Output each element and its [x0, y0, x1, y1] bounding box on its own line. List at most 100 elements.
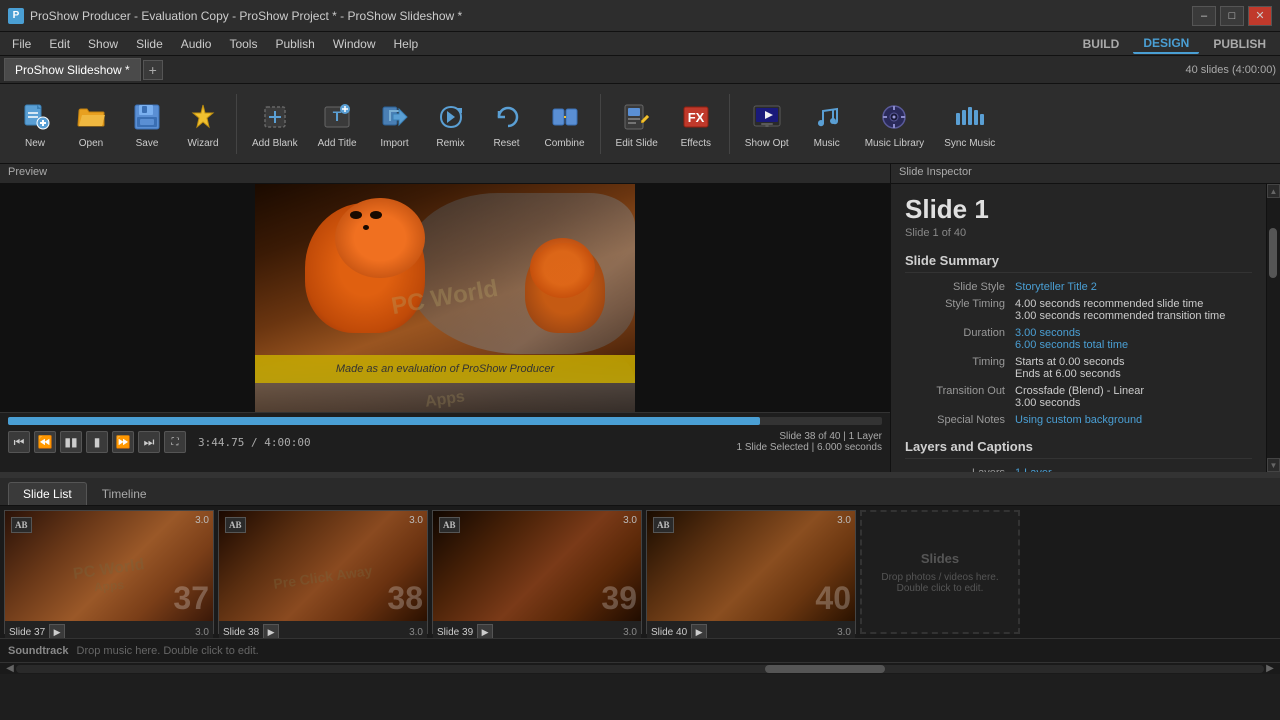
- reset-button[interactable]: Reset: [480, 94, 534, 154]
- empty-slides-dropzone[interactable]: Slides Drop photos / videos here. Double…: [860, 510, 1020, 634]
- tab-add-button[interactable]: +: [143, 60, 163, 80]
- menu-help[interactable]: Help: [386, 35, 427, 53]
- wizard-button[interactable]: Wizard: [176, 94, 230, 154]
- reset-icon: [489, 99, 525, 135]
- inspector-scroll-up[interactable]: ▲: [1267, 184, 1280, 198]
- slide-list-area: AB 3.0 37 Slide 37 ▶ 3.0 PC World Apps A…: [0, 506, 1280, 638]
- app-icon: P: [8, 8, 24, 24]
- slide-40-play-button[interactable]: ▶: [691, 624, 707, 638]
- slide-38-image: AB 3.0 38: [219, 511, 427, 621]
- open-label: Open: [79, 138, 103, 149]
- rewind-button[interactable]: ⏪: [34, 431, 56, 453]
- add-title-button[interactable]: T Add Title: [309, 94, 366, 154]
- effects-button[interactable]: FX Effects: [669, 94, 723, 154]
- minimize-button[interactable]: –: [1192, 6, 1216, 26]
- slide-38-thumb[interactable]: AB 3.0 38 Slide 38 ▶ 3.0 Pre Click Away: [218, 510, 428, 634]
- slide-39-number-big: 39: [601, 580, 637, 617]
- pause-button[interactable]: ▮▮: [60, 431, 82, 453]
- scroll-thumb[interactable]: [765, 665, 885, 673]
- bottom-scrollbar: ◀ ▶: [0, 662, 1280, 674]
- preview-area: PC World Apps Made as an evaluation of P…: [0, 184, 890, 412]
- sync-music-button[interactable]: Sync Music: [935, 94, 1004, 154]
- menu-bar: File Edit Show Slide Audio Tools Publish…: [0, 32, 1280, 56]
- show-opt-label: Show Opt: [745, 138, 789, 149]
- menu-edit[interactable]: Edit: [41, 35, 78, 53]
- effects-icon: FX: [678, 99, 714, 135]
- menu-tools[interactable]: Tools: [221, 35, 265, 53]
- edit-slide-button[interactable]: Edit Slide: [607, 94, 667, 154]
- new-button[interactable]: New: [8, 94, 62, 154]
- fullscreen-button[interactable]: ⛶: [164, 431, 186, 453]
- stop-button[interactable]: ▮: [86, 431, 108, 453]
- bottom-section: Slide List Timeline AB 3.0 37 Slide 37 ▶…: [0, 476, 1280, 674]
- slide-39-thumb[interactable]: AB 3.0 39 Slide 39 ▶ 3.0: [432, 510, 642, 634]
- slide-38-play-button[interactable]: ▶: [263, 624, 279, 638]
- slide-subtitle: Slide 1 of 40: [905, 227, 1252, 239]
- menu-file[interactable]: File: [4, 35, 39, 53]
- sync-music-icon: [952, 99, 988, 135]
- skip-start-button[interactable]: ⏮: [8, 431, 30, 453]
- menu-slide[interactable]: Slide: [128, 35, 171, 53]
- progress-bar[interactable]: [8, 417, 882, 425]
- timeline-tab[interactable]: Timeline: [87, 482, 162, 505]
- music-library-button[interactable]: Music Library: [856, 94, 933, 154]
- tab-bar: ProShow Slideshow * + 40 slides (4:00:00…: [0, 56, 1280, 84]
- slide-40-label: Slide 40: [651, 627, 687, 638]
- slide-38-play-row: Slide 38 ▶ 3.0: [219, 621, 427, 638]
- save-button[interactable]: Save: [120, 94, 174, 154]
- menu-publish[interactable]: Publish: [267, 35, 322, 53]
- combine-button[interactable]: Combine: [536, 94, 594, 154]
- slide-37-play-button[interactable]: ▶: [49, 624, 65, 638]
- inspector-scroll-track: [1267, 198, 1280, 458]
- title-bar: P ProShow Producer - Evaluation Copy - P…: [0, 0, 1280, 32]
- scroll-right-button[interactable]: ▶: [1264, 663, 1276, 675]
- remix-button[interactable]: Remix: [424, 94, 478, 154]
- soundtrack-bar: Soundtrack Drop music here. Double click…: [0, 638, 1280, 662]
- prop-layers: Layers 1 Layer All layers have effects: [905, 467, 1252, 472]
- tab-proshow-slideshow[interactable]: ProShow Slideshow *: [4, 58, 141, 81]
- add-blank-label: Add Blank: [252, 138, 298, 149]
- publish-mode-button[interactable]: PUBLISH: [1203, 35, 1276, 53]
- menu-audio[interactable]: Audio: [173, 35, 220, 53]
- scroll-left-button[interactable]: ◀: [4, 663, 16, 675]
- slide-40-thumb[interactable]: AB 3.0 40 Slide 40 ▶ 3.0: [646, 510, 856, 634]
- add-title-icon: T: [319, 99, 355, 135]
- prop-timing: Timing Starts at 0.00 seconds Ends at 6.…: [905, 356, 1252, 380]
- forward-button[interactable]: ⏩: [112, 431, 134, 453]
- menu-show[interactable]: Show: [80, 35, 126, 53]
- empty-slides-label: Slides: [921, 551, 959, 566]
- open-button[interactable]: Open: [64, 94, 118, 154]
- empty-slides-hint: Drop photos / videos here. Double click …: [870, 572, 1010, 594]
- slide-39-play-button[interactable]: ▶: [477, 624, 493, 638]
- menu-items: File Edit Show Slide Audio Tools Publish…: [4, 35, 426, 53]
- playback-controls: ⏮ ⏪ ▮▮ ▮ ⏩ ⏭ ⛶ 3:44.75 / 4:00:00 Slide 3…: [0, 412, 890, 472]
- skip-end-button[interactable]: ⏭: [138, 431, 160, 453]
- new-label: New: [25, 138, 45, 149]
- build-mode-button[interactable]: BUILD: [1073, 35, 1130, 53]
- slide-37-image: AB 3.0 37: [5, 511, 213, 621]
- import-button[interactable]: Import: [368, 94, 422, 154]
- toolbar: New Open Save Wizard Add Blank T Add Tit…: [0, 84, 1280, 164]
- menu-window[interactable]: Window: [325, 35, 384, 53]
- close-button[interactable]: ✕: [1248, 6, 1272, 26]
- inspector-scroll-down[interactable]: ▼: [1267, 458, 1280, 472]
- slide-list-tab[interactable]: Slide List: [8, 482, 87, 505]
- layers-captions-title: Layers and Captions: [905, 439, 1252, 459]
- music-library-label: Music Library: [865, 138, 924, 149]
- sync-music-label: Sync Music: [944, 138, 995, 149]
- slide-38-label: Slide 38: [223, 627, 259, 638]
- music-button[interactable]: Music: [800, 94, 854, 154]
- edit-slide-icon: [619, 99, 655, 135]
- maximize-button[interactable]: □: [1220, 6, 1244, 26]
- add-blank-button[interactable]: Add Blank: [243, 94, 307, 154]
- effects-label: Effects: [681, 138, 711, 149]
- slide-40-duration-badge: 3.0: [837, 515, 851, 526]
- design-mode-button[interactable]: DESIGN: [1133, 34, 1199, 54]
- show-opt-button[interactable]: Show Opt: [736, 94, 798, 154]
- svg-text:FX: FX: [687, 110, 704, 125]
- inspector-scroll-thumb[interactable]: [1269, 228, 1277, 278]
- preview-image: PC World Apps Made as an evaluation of P…: [255, 184, 635, 412]
- slide-37-ab-badge: AB: [11, 517, 32, 533]
- slide-37-thumb[interactable]: AB 3.0 37 Slide 37 ▶ 3.0 PC World Apps: [4, 510, 214, 634]
- prop-style-timing: Style Timing 4.00 seconds recommended sl…: [905, 298, 1252, 322]
